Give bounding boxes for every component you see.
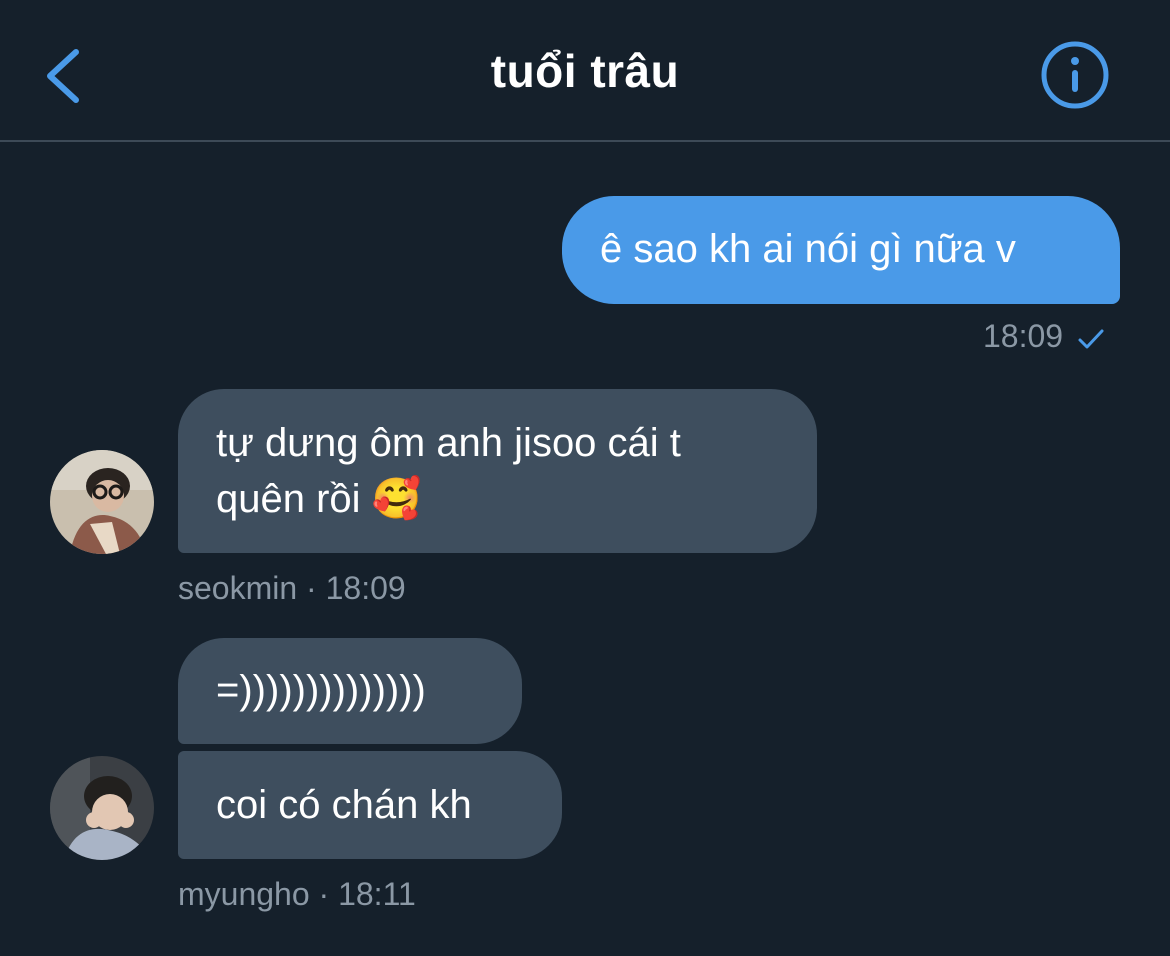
- incoming-message-bubble[interactable]: =)))))))))))))): [178, 638, 522, 744]
- message-time: 18:09: [983, 318, 1064, 354]
- message-text-line: quên rồi 🥰: [216, 477, 422, 521]
- avatar-myungho[interactable]: [50, 756, 154, 860]
- incoming-message-bubble[interactable]: coi có chán kh: [178, 751, 562, 859]
- outgoing-message-meta: 18:09: [983, 318, 1105, 355]
- info-button[interactable]: [1040, 40, 1110, 110]
- meta-separator: ·: [318, 876, 330, 912]
- avatar-photo: [50, 450, 154, 554]
- sender-name: myungho: [178, 876, 310, 912]
- incoming-message-meta: myungho · 18:11: [178, 876, 416, 913]
- meta-separator: ·: [306, 570, 317, 606]
- conversation-title: tuổi trâu: [490, 45, 680, 97]
- avatar-seokmin[interactable]: [50, 450, 154, 554]
- message-time: 18:09: [325, 570, 406, 606]
- sender-name: seokmin: [178, 570, 298, 606]
- info-circle-icon: [1041, 41, 1109, 109]
- incoming-message-meta: seokmin · 18:09: [178, 570, 406, 607]
- message-text-line: tự dưng ôm anh jisoo cái t: [216, 421, 681, 465]
- chat-header: tuổi trâu: [0, 0, 1170, 142]
- message-text: ê sao kh ai nói gì nữa v: [600, 227, 1016, 271]
- message-text: =)))))))))))))): [216, 668, 426, 712]
- checkmark-icon: [1078, 329, 1104, 349]
- avatar-photo: [50, 756, 154, 860]
- message-time: 18:11: [338, 876, 416, 912]
- outgoing-message-bubble[interactable]: ê sao kh ai nói gì nữa v: [562, 196, 1120, 304]
- message-text: coi có chán kh: [216, 783, 472, 827]
- incoming-message-bubble[interactable]: tự dưng ôm anh jisoo cái t quên rồi 🥰: [178, 389, 817, 553]
